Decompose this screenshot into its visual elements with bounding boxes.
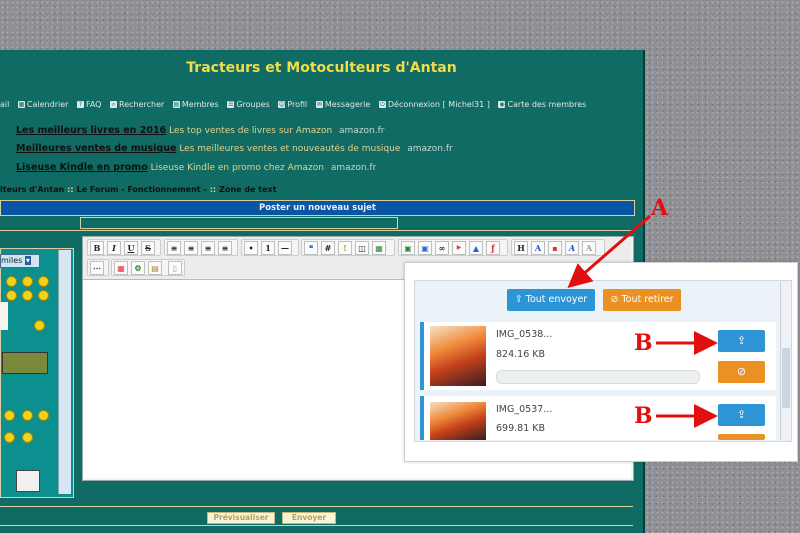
annotation-label-b: B (634, 403, 653, 429)
annotation-arrow-a (567, 214, 651, 288)
annotation-label-a: A (651, 195, 669, 221)
annotation-label-b: B (634, 330, 653, 356)
annotation-layer (567, 214, 718, 428)
